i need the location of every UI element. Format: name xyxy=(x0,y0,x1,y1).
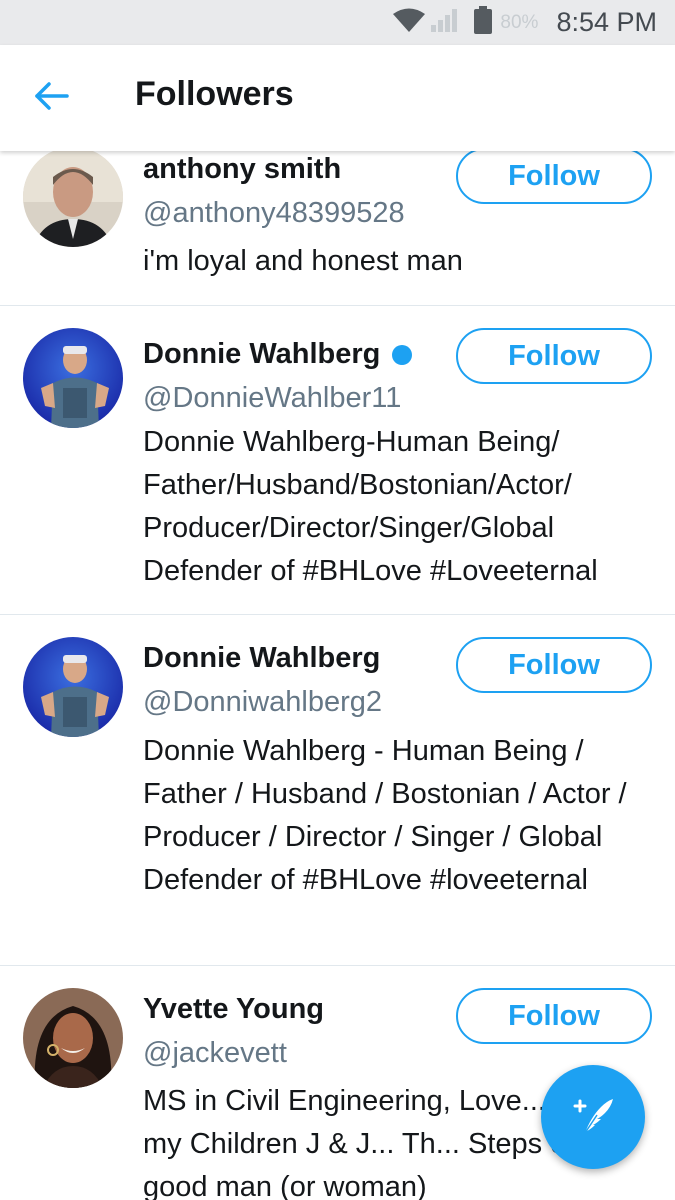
back-button[interactable] xyxy=(22,73,82,123)
name-line: anthony smith xyxy=(143,153,341,186)
arrow-left-icon xyxy=(34,81,70,116)
wifi-icon xyxy=(392,7,426,38)
status-bar: 80% 8:54 PM xyxy=(0,0,675,45)
name-line: Donnie Wahlberg xyxy=(143,642,380,675)
follow-button[interactable]: Follow xyxy=(456,988,652,1044)
followers-list: anthony smith @anthony48399528 i'm loyal… xyxy=(0,0,675,1200)
page-title: Followers xyxy=(135,75,294,113)
clock: 8:54 PM xyxy=(556,7,657,37)
follower-name[interactable]: anthony smith xyxy=(143,153,341,186)
battery-percent: 80% xyxy=(500,11,539,33)
follower-bio: Donnie Wahlberg - Human Being / Father /… xyxy=(143,735,627,896)
compose-tweet-icon xyxy=(567,1089,619,1146)
follower-bio: Donnie Wahlberg-Human Being/ Father/Husb… xyxy=(143,426,598,587)
follower-bio: i'm loyal and honest man xyxy=(143,245,463,277)
list-item[interactable]: Donnie Wahlberg @DonnieWahlber11 Donnie … xyxy=(0,306,675,615)
follower-handle: @DonnieWahlber11 xyxy=(143,382,402,414)
follower-handle: @anthony48399528 xyxy=(143,197,405,229)
signal-icon xyxy=(430,7,460,38)
follow-button[interactable]: Follow xyxy=(456,148,652,204)
follower-name[interactable]: Donnie Wahlberg xyxy=(143,338,380,371)
avatar[interactable] xyxy=(23,328,123,428)
avatar[interactable] xyxy=(23,637,123,737)
verified-badge-icon xyxy=(392,344,413,365)
screen: anthony smith @anthony48399528 i'm loyal… xyxy=(0,0,675,1200)
follow-button[interactable]: Follow xyxy=(456,328,652,384)
battery-icon xyxy=(474,6,493,39)
follower-handle: @Donniwahlberg2 xyxy=(143,686,383,718)
follower-handle: @jackevett xyxy=(143,1037,287,1069)
avatar[interactable] xyxy=(23,147,123,247)
app-bar: Followers xyxy=(0,45,675,151)
avatar[interactable] xyxy=(23,988,123,1088)
follower-name[interactable]: Yvette Young xyxy=(143,993,324,1026)
name-line: Donnie Wahlberg xyxy=(143,338,413,371)
name-line: Yvette Young xyxy=(143,993,324,1026)
follower-name[interactable]: Donnie Wahlberg xyxy=(143,642,380,675)
follow-button[interactable]: Follow xyxy=(456,637,652,693)
compose-tweet-button[interactable] xyxy=(541,1065,645,1169)
list-item[interactable]: Donnie Wahlberg @Donniwahlberg2 Donnie W… xyxy=(0,615,675,966)
